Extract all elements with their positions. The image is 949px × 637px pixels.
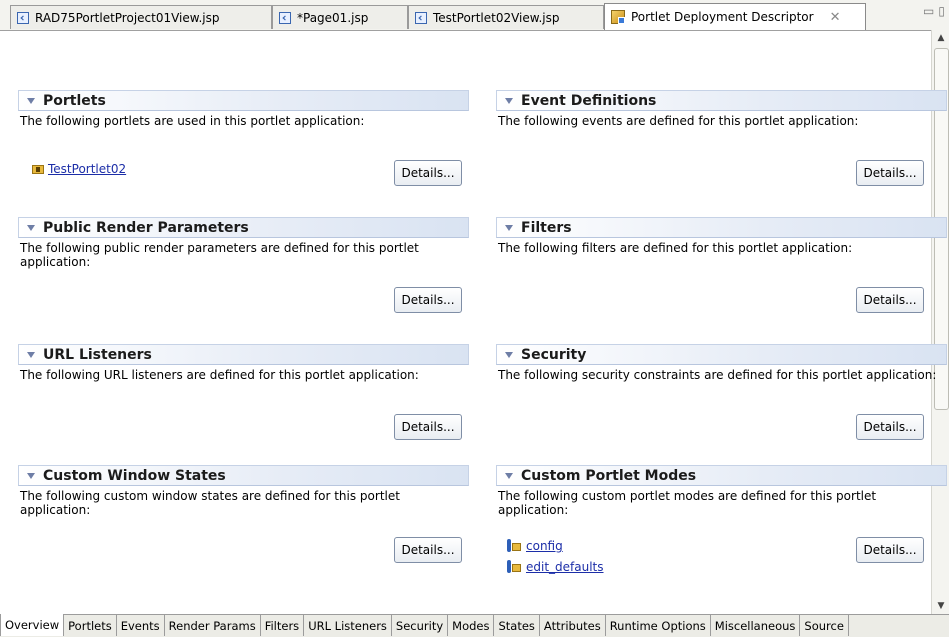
collapse-twisty-icon[interactable]: [27, 472, 35, 479]
portlet-mode-link-edit-defaults[interactable]: edit_defaults: [526, 560, 604, 574]
editor-tab-label: Portlet Deployment Descriptor: [631, 10, 814, 24]
custom-window-states-section-header[interactable]: Custom Window States: [18, 465, 469, 486]
page-tab-security[interactable]: Security: [391, 615, 449, 636]
security-section: Security The following security constrai…: [496, 344, 947, 382]
event-definitions-section: Event Definitions The following events a…: [496, 90, 947, 128]
url-listeners-details-button[interactable]: Details...: [394, 414, 462, 440]
url-listeners-section: URL Listeners The following URL listener…: [18, 344, 469, 382]
editor-tab-page01[interactable]: *Page01.jsp: [272, 5, 408, 29]
collapse-twisty-icon[interactable]: [505, 472, 513, 479]
portlets-details-button[interactable]: Details...: [394, 160, 462, 186]
section-description: The following events are defined for thi…: [498, 114, 859, 128]
editor-tab-label: RAD75PortletProject01View.jsp: [35, 10, 220, 25]
page-tab-overview[interactable]: Overview: [0, 614, 65, 636]
page-tab-portlets[interactable]: Portlets: [64, 615, 117, 636]
jsp-file-icon: [415, 11, 427, 24]
filters-section-header[interactable]: Filters: [496, 217, 947, 238]
editor-tab-portlet-deployment-descriptor[interactable]: Portlet Deployment Descriptor ✕: [604, 3, 866, 30]
page-tab-miscellaneous[interactable]: Miscellaneous: [710, 615, 801, 636]
public-render-parameters-details-button[interactable]: Details...: [394, 287, 462, 313]
section-title: Event Definitions: [521, 92, 657, 109]
portlets-section-header[interactable]: Portlets: [18, 90, 469, 111]
page-tab-states[interactable]: States: [494, 615, 540, 636]
collapse-twisty-icon[interactable]: [505, 97, 513, 104]
close-icon[interactable]: ✕: [830, 10, 841, 25]
editor-tab-testportlet02view[interactable]: TestPortlet02View.jsp: [408, 5, 604, 29]
page-tab-url-listeners[interactable]: URL Listeners: [304, 615, 392, 636]
maximize-icon[interactable]: ▯: [938, 4, 945, 18]
custom-portlet-modes-details-button[interactable]: Details...: [856, 537, 924, 563]
section-description: The following custom window states are d…: [20, 489, 400, 517]
section-title: Custom Portlet Modes: [521, 467, 697, 484]
section-description: The following security constraints are d…: [498, 368, 937, 382]
list-item: config: [506, 539, 563, 553]
minimize-icon[interactable]: ▭: [923, 4, 934, 18]
section-title: Security: [521, 346, 587, 363]
filters-section: Filters The following filters are define…: [496, 217, 947, 255]
collapse-twisty-icon[interactable]: [505, 351, 513, 358]
section-title: Custom Window States: [43, 467, 226, 484]
custom-window-states-section: Custom Window States The following custo…: [18, 465, 469, 517]
list-item: TestPortlet02: [32, 162, 126, 176]
custom-portlet-modes-section: Custom Portlet Modes The following custo…: [496, 465, 947, 517]
event-definitions-section-header[interactable]: Event Definitions: [496, 90, 947, 111]
portlet-icon: [32, 164, 44, 174]
list-item: edit_defaults: [506, 560, 604, 574]
page-tab-render-params[interactable]: Render Params: [164, 615, 261, 636]
view-controls: ▭ ▯: [923, 4, 945, 18]
url-listeners-section-header[interactable]: URL Listeners: [18, 344, 469, 365]
security-details-button[interactable]: Details...: [856, 414, 924, 440]
security-section-header[interactable]: Security: [496, 344, 947, 365]
event-definitions-details-button[interactable]: Details...: [856, 160, 924, 186]
section-description: The following public render parameters a…: [20, 241, 419, 269]
filters-details-button[interactable]: Details...: [856, 287, 924, 313]
portlet-mode-icon: [506, 560, 522, 574]
section-title: Portlets: [43, 92, 106, 109]
editor-tab-strip: RAD75PortletProject01View.jsp *Page01.js…: [0, 0, 949, 31]
portlets-section: Portlets The following portlets are used…: [18, 90, 469, 128]
collapse-twisty-icon[interactable]: [27, 224, 35, 231]
section-description: The following custom portlet modes are d…: [498, 489, 877, 517]
collapse-twisty-icon[interactable]: [505, 224, 513, 231]
editor-tab-rad75portletproject01view[interactable]: RAD75PortletProject01View.jsp: [10, 5, 272, 29]
section-title: URL Listeners: [43, 346, 152, 363]
scroll-up-icon[interactable]: ▲: [933, 30, 949, 46]
section-description: The following filters are defined for th…: [498, 241, 853, 255]
portlet-mode-icon: [506, 539, 522, 553]
page-tab-filters[interactable]: Filters: [260, 615, 305, 636]
page-tab-source[interactable]: Source: [800, 615, 849, 636]
collapse-twisty-icon[interactable]: [27, 351, 35, 358]
page-tab-modes[interactable]: Modes: [448, 615, 495, 636]
collapse-twisty-icon[interactable]: [27, 97, 35, 104]
page-tab-runtime-options[interactable]: Runtime Options: [605, 615, 711, 636]
public-render-parameters-section: Public Render Parameters The following p…: [18, 217, 469, 269]
section-description: The following URL listeners are defined …: [20, 368, 419, 382]
jsp-file-icon: [279, 11, 291, 24]
custom-window-states-details-button[interactable]: Details...: [394, 537, 462, 563]
public-render-parameters-section-header[interactable]: Public Render Parameters: [18, 217, 469, 238]
section-title: Filters: [521, 219, 572, 236]
custom-portlet-modes-section-header[interactable]: Custom Portlet Modes: [496, 465, 947, 486]
editor-tab-label: TestPortlet02View.jsp: [433, 10, 560, 25]
portlet-link-testportlet02[interactable]: TestPortlet02: [48, 162, 126, 176]
section-description: The following portlets are used in this …: [20, 114, 365, 128]
editor-tab-label: *Page01.jsp: [297, 10, 369, 25]
page-tab-attributes[interactable]: Attributes: [539, 615, 606, 636]
page-tab-events[interactable]: Events: [116, 615, 165, 636]
scroll-down-icon[interactable]: ▼: [933, 598, 949, 614]
portlet-descriptor-icon: [611, 10, 625, 24]
jsp-file-icon: [17, 11, 29, 24]
section-title: Public Render Parameters: [43, 219, 249, 236]
editor-page-tabs: Overview Portlets Events Render Params F…: [0, 614, 949, 637]
portlet-mode-link-config[interactable]: config: [526, 539, 563, 553]
